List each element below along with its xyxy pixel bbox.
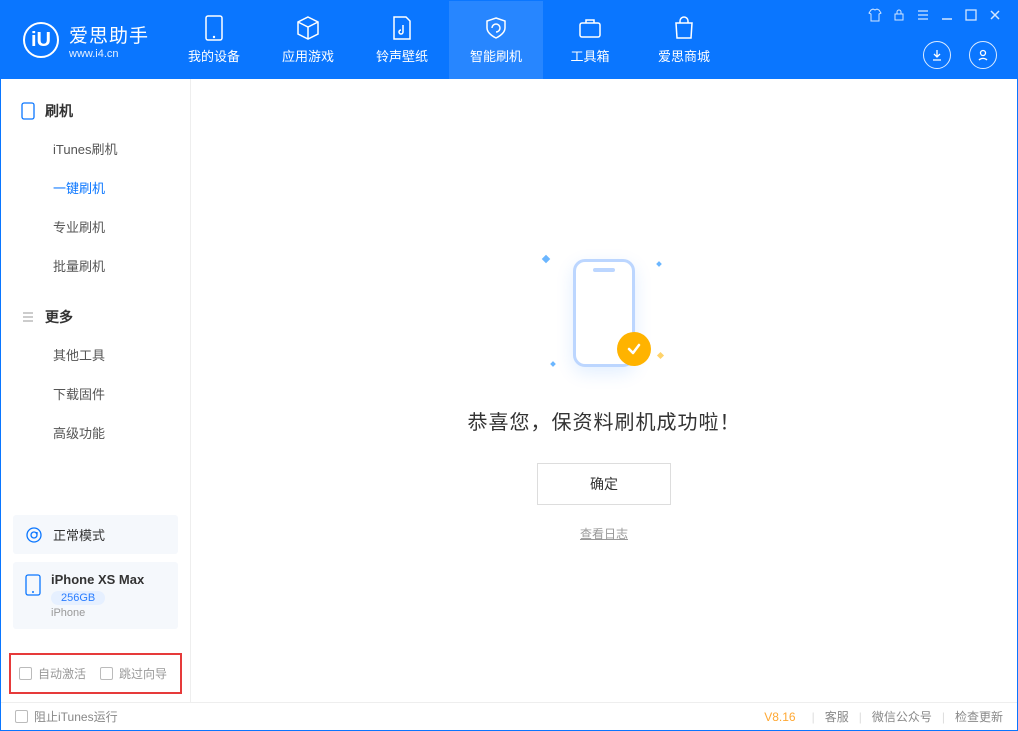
sidebar: 刷机 iTunes刷机 一键刷机 专业刷机 批量刷机 更多 其他工具 下载固件 … bbox=[1, 79, 191, 702]
phone-icon bbox=[201, 15, 227, 41]
checkbox-icon bbox=[19, 667, 32, 680]
brand-text: 爱思助手 www.i4.cn bbox=[69, 21, 149, 60]
sparkle-icon bbox=[657, 352, 664, 359]
sidebar-item-itunes-flash[interactable]: iTunes刷机 bbox=[1, 129, 190, 168]
phone-outline-icon bbox=[21, 102, 35, 120]
sidebar-group-title: 刷机 bbox=[45, 101, 73, 121]
sidebar-scroll: 刷机 iTunes刷机 一键刷机 专业刷机 批量刷机 更多 其他工具 下载固件 … bbox=[1, 79, 190, 507]
checkbox-block-itunes[interactable]: 阻止iTunes运行 bbox=[15, 708, 118, 725]
brand-url: www.i4.cn bbox=[69, 48, 149, 60]
sidebar-item-download-firmware[interactable]: 下载固件 bbox=[1, 374, 190, 413]
brand-logo: iU 爱思助手 www.i4.cn bbox=[1, 1, 167, 79]
sidebar-item-pro-flash[interactable]: 专业刷机 bbox=[1, 207, 190, 246]
app-body: 刷机 iTunes刷机 一键刷机 专业刷机 批量刷机 更多 其他工具 下载固件 … bbox=[1, 79, 1017, 702]
nav-toolbox[interactable]: 工具箱 bbox=[543, 1, 637, 79]
sidebar-group-more: 更多 bbox=[1, 299, 190, 335]
device-storage-badge: 256GB bbox=[51, 591, 105, 605]
checkmark-badge-icon bbox=[617, 332, 651, 366]
device-panel: 正常模式 iPhone XS Max 256GB iPhone bbox=[1, 507, 190, 649]
nav-ringtones-wallpapers[interactable]: 铃声壁纸 bbox=[355, 1, 449, 79]
checkbox-label: 跳过向导 bbox=[119, 665, 167, 682]
footer-link-support[interactable]: 客服 bbox=[825, 708, 849, 725]
nav-apps-games[interactable]: 应用游戏 bbox=[261, 1, 355, 79]
window-controls bbox=[867, 7, 1003, 23]
main-content: 恭喜您，保资料刷机成功啦！ 确定 查看日志 bbox=[191, 79, 1017, 702]
sparkle-icon bbox=[550, 361, 556, 367]
download-icon[interactable] bbox=[923, 41, 951, 69]
maximize-icon[interactable] bbox=[963, 7, 979, 23]
device-name: iPhone XS Max bbox=[51, 572, 144, 587]
sidebar-group-title: 更多 bbox=[45, 307, 73, 327]
shopping-bag-icon bbox=[671, 15, 697, 41]
header-actions bbox=[923, 41, 997, 69]
sidebar-group-flash: 刷机 bbox=[1, 93, 190, 129]
sync-icon bbox=[25, 526, 43, 544]
device-mode-card[interactable]: 正常模式 bbox=[13, 515, 178, 554]
device-type: iPhone bbox=[51, 607, 144, 619]
checkbox-auto-activate[interactable]: 自动激活 bbox=[19, 665, 86, 682]
checkbox-skip-guide[interactable]: 跳过向导 bbox=[100, 665, 167, 682]
sidebar-item-advanced[interactable]: 高级功能 bbox=[1, 413, 190, 452]
close-icon[interactable] bbox=[987, 7, 1003, 23]
view-log-link[interactable]: 查看日志 bbox=[580, 527, 628, 541]
logo-icon: iU bbox=[23, 22, 59, 58]
footer-link-update[interactable]: 检查更新 bbox=[955, 708, 1003, 725]
checkbox-icon bbox=[100, 667, 113, 680]
device-info-card[interactable]: iPhone XS Max 256GB iPhone bbox=[13, 562, 178, 629]
success-message: 恭喜您，保资料刷机成功啦！ bbox=[468, 406, 741, 435]
success-illustration bbox=[529, 238, 679, 388]
device-mode-label: 正常模式 bbox=[53, 525, 105, 544]
sparkle-icon bbox=[656, 261, 662, 267]
brand-name: 爱思助手 bbox=[69, 21, 149, 48]
nav-store[interactable]: 爱思商城 bbox=[637, 1, 731, 79]
minimize-icon[interactable] bbox=[939, 7, 955, 23]
main-nav: 我的设备 应用游戏 铃声壁纸 智能刷机 工具箱 爱思商城 bbox=[167, 1, 731, 79]
ok-button[interactable]: 确定 bbox=[537, 463, 671, 505]
nav-smart-flash[interactable]: 智能刷机 bbox=[449, 1, 543, 79]
version-label: V8.16 bbox=[764, 710, 795, 724]
refresh-shield-icon bbox=[483, 15, 509, 41]
briefcase-icon bbox=[577, 15, 603, 41]
checkbox-label: 自动激活 bbox=[38, 665, 86, 682]
user-icon[interactable] bbox=[969, 41, 997, 69]
status-bar: 阻止iTunes运行 V8.16 | 客服 | 微信公众号 | 检查更新 bbox=[1, 702, 1017, 730]
list-icon bbox=[21, 310, 35, 324]
cube-icon bbox=[295, 15, 321, 41]
sidebar-item-other-tools[interactable]: 其他工具 bbox=[1, 335, 190, 374]
device-phone-icon bbox=[25, 574, 41, 596]
app-header: iU 爱思助手 www.i4.cn 我的设备 应用游戏 铃声壁纸 智能刷机 工具… bbox=[1, 1, 1017, 79]
tshirt-icon[interactable] bbox=[867, 7, 883, 23]
sidebar-item-oneclick-flash[interactable]: 一键刷机 bbox=[1, 168, 190, 207]
checkbox-label: 阻止iTunes运行 bbox=[34, 708, 118, 725]
menu-icon[interactable] bbox=[915, 7, 931, 23]
music-file-icon bbox=[389, 15, 415, 41]
nav-my-device[interactable]: 我的设备 bbox=[167, 1, 261, 79]
sparkle-icon bbox=[542, 255, 550, 263]
success-panel: 恭喜您，保资料刷机成功啦！ 确定 查看日志 bbox=[468, 238, 741, 543]
footer-right: V8.16 | 客服 | 微信公众号 | 检查更新 bbox=[764, 708, 1003, 725]
sidebar-item-batch-flash[interactable]: 批量刷机 bbox=[1, 246, 190, 285]
footer-link-wechat[interactable]: 微信公众号 bbox=[872, 708, 932, 725]
lock-icon[interactable] bbox=[891, 7, 907, 23]
highlighted-options: 自动激活 跳过向导 bbox=[9, 653, 182, 694]
checkbox-icon bbox=[15, 710, 28, 723]
